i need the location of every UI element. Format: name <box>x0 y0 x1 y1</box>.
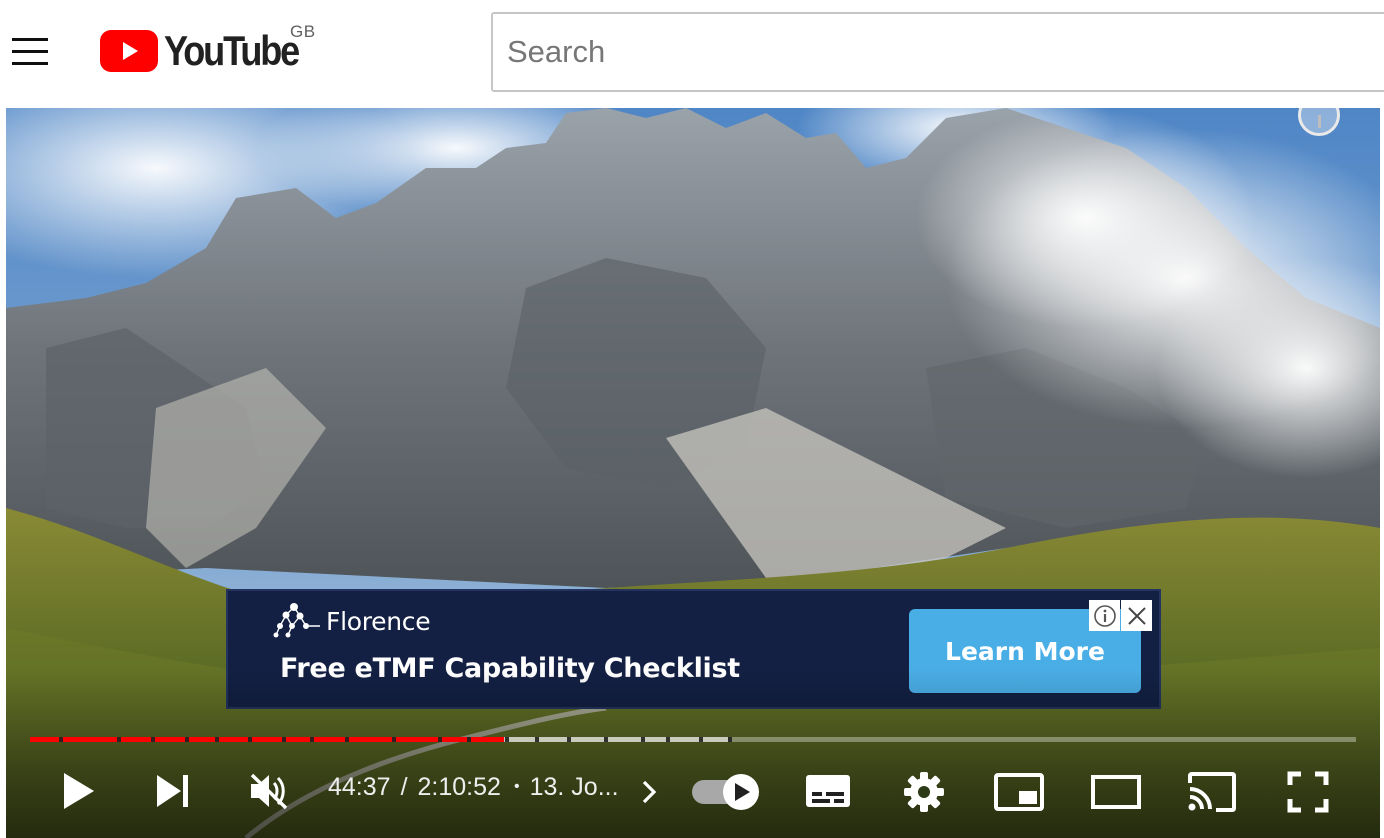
menu-bar <box>12 50 48 53</box>
time-separator: / <box>400 773 408 801</box>
menu-icon[interactable] <box>12 38 48 66</box>
progress-bar[interactable] <box>30 737 1356 742</box>
search-input[interactable] <box>491 12 1384 92</box>
play-button[interactable] <box>56 768 102 814</box>
settings-button[interactable] <box>900 769 948 815</box>
chapter-title: 13. Jo... <box>529 773 619 801</box>
chevron-right-icon <box>642 780 657 804</box>
theater-mode-icon <box>1091 775 1141 809</box>
fullscreen-button[interactable] <box>1284 770 1332 814</box>
subtitles-icon <box>806 775 850 807</box>
mute-button[interactable] <box>244 768 294 814</box>
miniplayer-button[interactable] <box>992 770 1046 814</box>
cast-button[interactable] <box>1184 769 1240 815</box>
current-time: 44:37 <box>328 773 391 801</box>
chapter-title-button[interactable]: • 13. Jo... <box>514 773 619 802</box>
ad-brand: Florence <box>272 601 431 641</box>
next-button[interactable] <box>152 770 194 812</box>
gear-icon <box>904 772 944 812</box>
theater-mode-button[interactable] <box>1088 770 1144 814</box>
autoplay-toggle[interactable] <box>690 772 764 812</box>
autoplay-on-icon <box>692 774 759 810</box>
ad-close-icon[interactable] <box>1121 600 1152 631</box>
controls-gradient <box>6 668 1380 838</box>
masthead: YouTube GB <box>0 0 1384 108</box>
chapter-chevron-button[interactable] <box>636 776 662 808</box>
youtube-logo[interactable]: YouTube <box>100 26 320 76</box>
florence-logo-icon <box>273 603 320 638</box>
video-player[interactable]: Florence Free eTMF Capability Checklist … <box>6 108 1380 838</box>
subtitles-button[interactable] <box>802 770 854 812</box>
country-code: GB <box>290 22 316 41</box>
skip-next-icon <box>157 775 188 807</box>
menu-bar <box>12 62 48 65</box>
ad-info-icon[interactable] <box>1089 600 1120 631</box>
cast-icon <box>1188 772 1236 812</box>
youtube-play-logo-icon <box>100 30 158 72</box>
fullscreen-icon <box>1287 771 1329 813</box>
duration: 2:10:52 <box>417 773 501 801</box>
play-icon <box>64 773 94 809</box>
menu-bar <box>12 38 48 41</box>
time-display: 44:37 / 2:10:52 <box>328 773 501 802</box>
volume-muted-icon <box>250 773 288 810</box>
ad-brand-name: Florence <box>326 606 431 636</box>
miniplayer-icon <box>994 773 1044 811</box>
chapter-markers <box>59 737 732 742</box>
chapter-dot: • <box>514 778 520 795</box>
logo-wordmark: YouTube <box>164 27 300 74</box>
